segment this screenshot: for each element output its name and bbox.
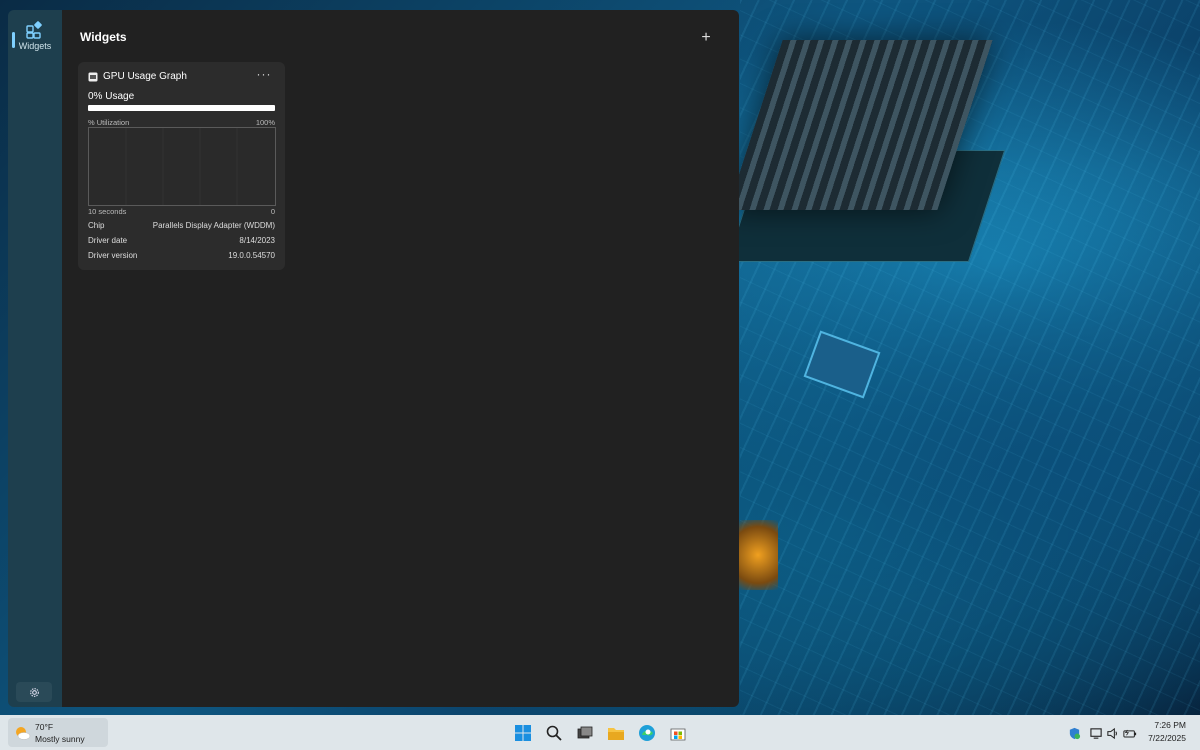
widget-title: GPU Usage Graph <box>103 71 187 82</box>
graph-x-left-label: 10 seconds <box>88 207 127 216</box>
weather-temperature: 70°F <box>35 722 54 732</box>
add-widget-button[interactable]: + <box>696 28 716 48</box>
usage-text: 0% Usage <box>88 91 135 102</box>
detail-key: Driver version <box>88 251 138 260</box>
microsoft-store-button[interactable] <box>668 723 688 743</box>
clock-time[interactable]: 7:26 PM <box>1154 720 1186 730</box>
usage-progress-bar <box>88 105 275 111</box>
gpu-icon <box>88 72 98 81</box>
clock-date[interactable]: 7/22/2025 <box>1148 733 1186 743</box>
edge-browser-button[interactable] <box>637 723 657 743</box>
volume-icon <box>1106 727 1117 739</box>
volume-tray-button[interactable] <box>1105 726 1119 740</box>
gpu-usage-widget[interactable]: GPU Usage Graph ··· 0% Usage % Utilizati… <box>78 62 285 270</box>
detail-value: 19.0.0.54570 <box>228 251 275 260</box>
amber-light-graphic <box>738 520 778 590</box>
network-icon <box>1089 727 1102 739</box>
detail-value: 8/14/2023 <box>239 236 275 245</box>
file-explorer-icon <box>608 728 624 740</box>
sidebar-item-widgets[interactable]: Widgets <box>12 18 58 62</box>
taskbar: 70°F Mostly sunny 7:26 PM 7/22/2025 <box>0 715 1200 750</box>
search-icon <box>546 725 562 741</box>
graph-y-max: 100% <box>255 118 275 127</box>
battery-icon <box>1123 729 1137 737</box>
settings-button[interactable] <box>16 682 52 702</box>
edge-icon <box>639 725 655 741</box>
start-icon <box>515 725 531 741</box>
detail-key: Driver date <box>88 236 128 245</box>
widget-header: GPU Usage Graph <box>88 71 187 82</box>
gear-icon <box>29 687 39 697</box>
graph-x-right-label: 0 <box>270 207 275 216</box>
detail-value: Parallels Display Adapter (WDDM) <box>152 221 275 230</box>
widgets-sidebar: Widgets <box>8 10 62 707</box>
nav-selected-indicator <box>12 32 15 48</box>
network-tray-button[interactable] <box>1089 726 1103 740</box>
file-explorer-button[interactable] <box>606 723 626 743</box>
store-icon <box>670 728 686 741</box>
task-view-button[interactable] <box>575 723 595 743</box>
task-view-icon <box>577 726 593 739</box>
security-tray-button[interactable] <box>1067 726 1081 740</box>
more-options-button[interactable]: ··· <box>254 68 274 84</box>
security-icon <box>1069 727 1080 739</box>
usage-graph <box>88 127 276 206</box>
detail-key: Chip <box>88 221 105 230</box>
widgets-icon <box>26 21 42 39</box>
graph-y-label: % Utilization <box>88 118 130 127</box>
page-title: Widgets <box>80 30 127 44</box>
weather-widget-button[interactable]: 70°F Mostly sunny <box>8 718 108 747</box>
start-button[interactable] <box>513 723 533 743</box>
battery-tray-button[interactable] <box>1123 726 1137 740</box>
sidebar-item-label: Widgets <box>18 41 52 51</box>
weather-condition: Mostly sunny <box>35 734 85 744</box>
partly-sunny-icon <box>16 727 31 740</box>
search-button[interactable] <box>544 723 564 743</box>
